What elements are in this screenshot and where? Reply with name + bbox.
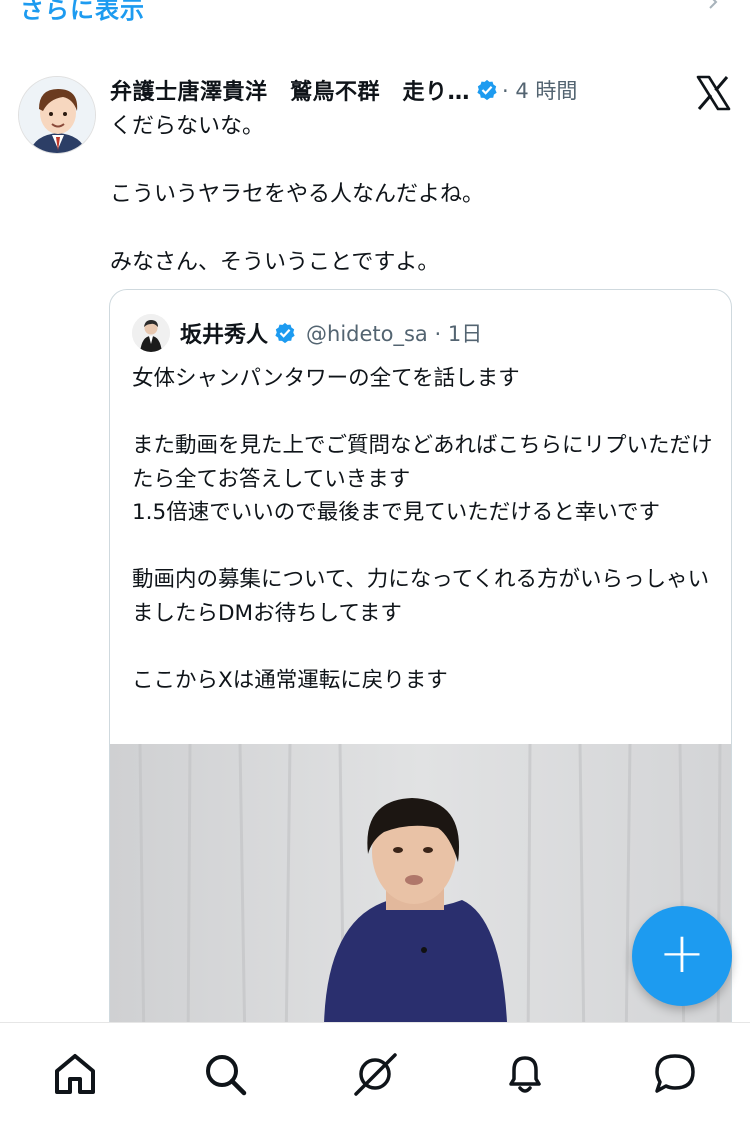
messages-chat-icon[interactable] <box>652 1051 698 1097</box>
author-name[interactable]: 弁護士唐澤貴洋 鷲鳥不群 走り… <box>110 74 470 106</box>
show-more-strip: さらに表示 <box>0 0 750 26</box>
post-time[interactable]: · 4 時間 <box>502 75 577 105</box>
author-avatar[interactable] <box>18 76 96 154</box>
bottom-navigation <box>0 1022 750 1122</box>
x-logo-icon[interactable] <box>694 74 732 112</box>
grok-icon[interactable] <box>352 1051 398 1097</box>
search-icon[interactable] <box>202 1051 248 1097</box>
plus-icon: + <box>658 921 706 986</box>
post-header: 弁護士唐澤貴洋 鷲鳥不群 走り… · 4 時間 <box>110 72 577 108</box>
quoted-video-thumbnail[interactable] <box>110 744 731 1048</box>
verified-badge-icon <box>477 79 497 101</box>
post-text: くだらないな。 こういうヤラセをやる人なんだよね。 みなさん、そういうことですよ… <box>110 114 485 275</box>
chevron-right-icon[interactable] <box>702 0 726 20</box>
compose-fab-button[interactable]: + <box>632 906 732 1006</box>
quoted-post-header: 坂井秀人 @hideto_sa · 1日 <box>180 314 482 352</box>
notifications-bell-icon[interactable] <box>502 1051 548 1097</box>
home-icon[interactable] <box>52 1051 98 1097</box>
quoted-author-name[interactable]: 坂井秀人 <box>180 317 268 349</box>
show-more-link[interactable]: さらに表示 <box>20 0 145 25</box>
quoted-post-text: 女体シャンパンタワーの全てを話します また動画を見た上でご質問などあればこちらに… <box>132 366 713 693</box>
quoted-handle-time: @hideto_sa · 1日 <box>306 322 483 346</box>
verified-badge-icon <box>275 322 295 344</box>
quoted-author-avatar[interactable] <box>132 314 170 352</box>
